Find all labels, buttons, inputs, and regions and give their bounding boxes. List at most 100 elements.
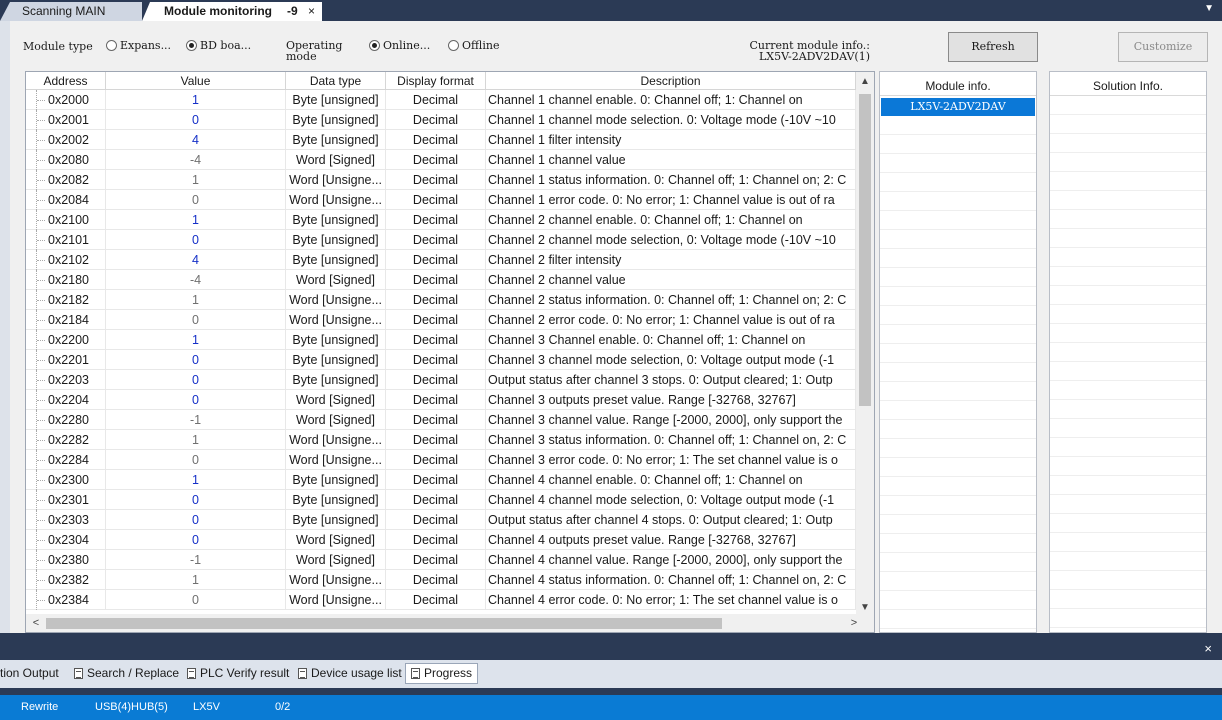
horizontal-scrollbar[interactable]: < > xyxy=(26,614,874,632)
module-info-item[interactable]: LX5V-2ADV2DAV xyxy=(881,98,1035,116)
tab-plc-verify-result[interactable]: PLC Verify result xyxy=(187,663,289,684)
refresh-button[interactable]: Refresh xyxy=(948,32,1038,62)
tree-connector-icon xyxy=(36,450,46,470)
value-cell[interactable]: 4 xyxy=(106,250,286,270)
table-row[interactable]: 0x2301 0 Byte [unsigned] Decimal Channel 4 c… xyxy=(26,490,856,510)
value-cell[interactable]: 1 xyxy=(106,470,286,490)
table-row[interactable]: 0x2084 0 Word [Unsigne... Decimal Channel 1 … xyxy=(26,190,856,210)
table-row[interactable]: 0x2001 0 Byte [unsigned] Decimal Channel 1 c… xyxy=(26,110,856,130)
value-cell[interactable]: 4 xyxy=(106,130,286,150)
data-type-cell: Word [Unsigne... xyxy=(286,170,386,190)
table-row[interactable]: 0x2102 4 Byte [unsigned] Decimal Channel 2 f… xyxy=(26,250,856,270)
table-row[interactable]: 0x2182 1 Word [Unsigne... Decimal Channel 2 … xyxy=(26,290,856,310)
column-header-data-type[interactable]: Data type xyxy=(286,72,386,90)
table-row[interactable]: 0x2082 1 Word [Unsigne... Decimal Channel 1 … xyxy=(26,170,856,190)
tab-scanning-main[interactable]: Scanning MAIN xyxy=(0,2,142,21)
value-cell[interactable]: 0 xyxy=(106,110,286,130)
module-type-bd-board-radio[interactable]: BD boa... xyxy=(186,39,251,52)
scroll-left-icon[interactable]: < xyxy=(28,614,44,632)
column-header-address[interactable]: Address xyxy=(26,72,106,90)
table-row[interactable]: 0x2203 0 Byte [unsigned] Decimal Output stat… xyxy=(26,370,856,390)
table-row[interactable]: 0x2303 0 Byte [unsigned] Decimal Output stat… xyxy=(26,510,856,530)
value-cell[interactable]: 0 xyxy=(106,230,286,250)
value-cell[interactable]: -4 xyxy=(106,270,286,290)
value-cell[interactable]: 0 xyxy=(106,590,286,610)
table-row[interactable]: 0x2200 1 Byte [unsigned] Decimal Channel 3 C… xyxy=(26,330,856,350)
table-row[interactable]: 0x2384 0 Word [Unsigne... Decimal Channel 4 … xyxy=(26,590,856,610)
tab-module-monitoring[interactable]: Module monitoring -9 × xyxy=(142,2,322,21)
data-type-cell: Word [Unsigne... xyxy=(286,590,386,610)
table-row[interactable]: 0x2382 1 Word [Unsigne... Decimal Channel 4 … xyxy=(26,570,856,590)
column-header-description[interactable]: Description xyxy=(486,72,856,90)
value-cell[interactable]: 1 xyxy=(106,210,286,230)
tab-device-usage-list[interactable]: Device usage list xyxy=(298,663,402,684)
table-row[interactable]: 0x2080 -4 Word [Signed] Decimal Channel 1 ch… xyxy=(26,150,856,170)
panel-empty-row xyxy=(1050,343,1206,362)
value-cell[interactable]: 1 xyxy=(106,430,286,450)
value-cell[interactable]: 0 xyxy=(106,530,286,550)
table-row[interactable]: 0x2101 0 Byte [unsigned] Decimal Channel 2 c… xyxy=(26,230,856,250)
tree-connector-icon xyxy=(36,270,46,290)
module-type-expansion-radio[interactable]: Expans... xyxy=(106,39,171,52)
tab-progress[interactable]: Progress xyxy=(405,663,479,684)
address-cell: 0x2284 xyxy=(26,450,106,470)
value-cell[interactable]: 0 xyxy=(106,310,286,330)
operating-mode-online-radio[interactable]: Online... xyxy=(369,39,430,52)
scroll-up-icon[interactable]: ▲ xyxy=(856,74,874,90)
column-header-value[interactable]: Value xyxy=(106,72,286,90)
value-cell[interactable]: -1 xyxy=(106,550,286,570)
description-cell: Channel 3 outputs preset value. Range [-… xyxy=(486,390,856,410)
vertical-scrollbar[interactable]: ▲ ▼ xyxy=(856,72,874,616)
table-row[interactable]: 0x2282 1 Word [Unsigne... Decimal Channel 3 … xyxy=(26,430,856,450)
value-cell[interactable]: 0 xyxy=(106,350,286,370)
status-mode: Rewrite xyxy=(21,701,59,713)
address-cell: 0x2200 xyxy=(26,330,106,350)
table-row[interactable]: 0x2184 0 Word [Unsigne... Decimal Channel 2 … xyxy=(26,310,856,330)
panel-empty-row xyxy=(880,591,1036,610)
value-cell[interactable]: 0 xyxy=(106,190,286,210)
current-module-info: Current module info.: LX5V-2ADV2DAV(1) xyxy=(740,40,870,62)
value-cell[interactable]: 1 xyxy=(106,90,286,110)
tab-compilation-output[interactable]: tion Output xyxy=(0,663,59,684)
table-row[interactable]: 0x2002 4 Byte [unsigned] Decimal Channel 1 f… xyxy=(26,130,856,150)
value-cell[interactable]: 1 xyxy=(106,170,286,190)
value-cell[interactable]: 0 xyxy=(106,510,286,530)
tab-list-dropdown-icon[interactable]: ▼ xyxy=(1204,3,1214,14)
tab-search-replace[interactable]: Search / Replace xyxy=(74,663,179,684)
data-type-cell: Byte [unsigned] xyxy=(286,350,386,370)
table-row[interactable]: 0x2000 1 Byte [unsigned] Decimal Channel 1 c… xyxy=(26,90,856,110)
value-cell[interactable]: -1 xyxy=(106,410,286,430)
value-cell[interactable]: 0 xyxy=(106,490,286,510)
table-row[interactable]: 0x2201 0 Byte [unsigned] Decimal Channel 3 c… xyxy=(26,350,856,370)
value-cell[interactable]: -4 xyxy=(106,150,286,170)
table-row[interactable]: 0x2204 0 Word [Signed] Decimal Channel 3 out… xyxy=(26,390,856,410)
address-cell: 0x2000 xyxy=(26,90,106,110)
tree-connector-icon xyxy=(36,550,46,570)
scroll-right-icon[interactable]: > xyxy=(846,614,862,632)
tab-progress-label: Progress xyxy=(424,666,473,680)
close-tab-icon[interactable]: × xyxy=(308,2,315,20)
value-cell[interactable]: 1 xyxy=(106,330,286,350)
table-row[interactable]: 0x2304 0 Word [Signed] Decimal Channel 4 out… xyxy=(26,530,856,550)
status-plc-model: LX5V xyxy=(193,701,220,713)
display-format-cell: Decimal xyxy=(386,350,486,370)
table-row[interactable]: 0x2280 -1 Word [Signed] Decimal Channel 3 ch… xyxy=(26,410,856,430)
horizontal-scroll-thumb[interactable] xyxy=(46,618,722,629)
table-row[interactable]: 0x2380 -1 Word [Signed] Decimal Channel 4 ch… xyxy=(26,550,856,570)
tree-connector-icon xyxy=(36,110,46,130)
display-format-cell: Decimal xyxy=(386,110,486,130)
column-header-display-format[interactable]: Display format xyxy=(386,72,486,90)
customize-button[interactable]: Customize xyxy=(1118,32,1208,62)
table-row[interactable]: 0x2300 1 Byte [unsigned] Decimal Channel 4 c… xyxy=(26,470,856,490)
value-cell[interactable]: 0 xyxy=(106,390,286,410)
vertical-scroll-thumb[interactable] xyxy=(859,94,871,406)
operating-mode-offline-radio[interactable]: Offline xyxy=(448,39,499,52)
table-row[interactable]: 0x2100 1 Byte [unsigned] Decimal Channel 2 c… xyxy=(26,210,856,230)
table-row[interactable]: 0x2180 -4 Word [Signed] Decimal Channel 2 ch… xyxy=(26,270,856,290)
value-cell[interactable]: 0 xyxy=(106,370,286,390)
close-dock-icon[interactable]: × xyxy=(1204,641,1212,656)
value-cell[interactable]: 0 xyxy=(106,450,286,470)
table-row[interactable]: 0x2284 0 Word [Unsigne... Decimal Channel 3 … xyxy=(26,450,856,470)
value-cell[interactable]: 1 xyxy=(106,290,286,310)
value-cell[interactable]: 1 xyxy=(106,570,286,590)
